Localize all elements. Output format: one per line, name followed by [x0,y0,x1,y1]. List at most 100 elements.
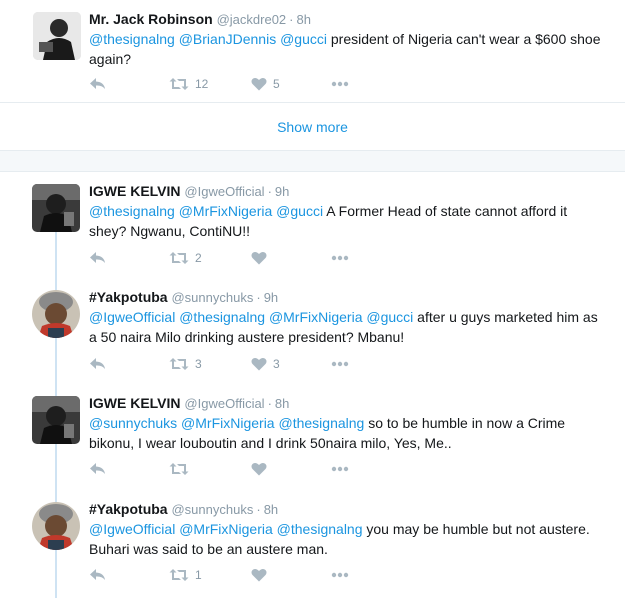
mention-link[interactable]: @thesignalng [89,31,175,47]
more-icon [331,361,349,367]
like-button[interactable] [251,566,273,584]
avatar-image [32,184,80,232]
mention-link[interactable]: @gucci [276,203,323,219]
mention-link[interactable]: @MrFixNigeria [269,309,363,325]
more-button[interactable] [331,460,349,478]
tweet[interactable]: #Yakpotuba @sunnychuks · 9h @IgweOfficial … [0,278,625,382]
like-button[interactable] [251,460,273,478]
user-name[interactable]: #Yakpotuba [89,501,168,517]
separator-dot: · [256,502,261,517]
like-count: 5 [273,77,280,91]
more-icon [331,81,349,87]
tweet[interactable]: IGWE KELVIN @IgweOfficial · 9h @thesignaln… [0,172,625,276]
avatar[interactable] [32,184,80,232]
avatar[interactable] [33,12,81,60]
mention-link[interactable]: @IgweOfficial [89,309,175,325]
retweet-icon [169,78,189,90]
tweet-header: IGWE KELVIN @IgweOfficial · 8h [89,394,289,413]
tweet-actions: 12 5 [89,75,389,93]
timestamp[interactable]: 9h [264,290,278,305]
heart-icon [251,357,267,371]
tweet[interactable]: #Yakpotuba @sunnychuks · 8h @IgweOfficial … [0,490,625,598]
avatar[interactable] [32,502,80,550]
retweet-button[interactable]: 3 [169,355,202,373]
user-handle[interactable]: @jackdre02 [217,12,287,27]
avatar[interactable] [32,290,80,338]
mention-link[interactable]: @MrFixNigeria [179,521,273,537]
mention-link[interactable]: @gucci [280,31,327,47]
more-button[interactable] [331,75,349,93]
reply-button[interactable] [89,249,106,267]
mention-link[interactable]: @sunnychuks [89,415,177,431]
retweet-count: 1 [195,568,202,582]
user-handle[interactable]: @sunnychuks [171,502,253,517]
mention-link[interactable]: @MrFixNigeria [181,415,275,431]
tweet-header: #Yakpotuba @sunnychuks · 9h [89,288,278,307]
timestamp[interactable]: 9h [275,184,289,199]
timestamp[interactable]: 8h [275,396,289,411]
more-button[interactable] [331,249,349,267]
tweet-text: @IgweOfficial @thesignalng @MrFixNigeria… [89,307,604,347]
like-button[interactable] [251,249,273,267]
like-button[interactable]: 3 [251,355,280,373]
separator-dot: · [256,290,261,305]
avatar[interactable] [32,396,80,444]
reply-icon [90,358,105,369]
like-button[interactable]: 5 [251,75,280,93]
mention-link[interactable]: @gucci [366,309,413,325]
tweet-actions: 1 [89,566,389,584]
user-name[interactable]: #Yakpotuba [89,289,168,305]
tweet-header: Mr. Jack Robinson @jackdre02 · 8h [89,10,311,29]
tweet-text: @IgweOfficial @MrFixNigeria @thesignalng… [89,519,604,559]
user-name[interactable]: IGWE KELVIN [89,183,181,199]
reply-button[interactable] [89,75,106,93]
retweet-icon [169,358,189,370]
avatar-image [32,290,80,338]
tweet-actions: 3 3 [89,355,389,373]
more-icon [331,572,349,578]
user-handle[interactable]: @IgweOfficial [184,396,264,411]
like-count: 3 [273,357,280,371]
tweet[interactable]: IGWE KELVIN @IgweOfficial · 8h @sunnychuks… [0,384,625,488]
more-icon [331,466,349,472]
mention-link[interactable]: @thesignalng [179,309,265,325]
tweet-text: @sunnychuks @MrFixNigeria @thesignalng s… [89,413,604,453]
mention-link[interactable]: @BrianJDennis [179,31,276,47]
heart-icon [251,462,267,476]
show-more-link[interactable]: Show more [0,119,625,135]
user-handle[interactable]: @sunnychuks [171,290,253,305]
user-name[interactable]: Mr. Jack Robinson [89,11,213,27]
reply-button[interactable] [89,355,106,373]
conversation-gap [0,150,625,172]
retweet-button[interactable]: 2 [169,249,202,267]
tweet-header: #Yakpotuba @sunnychuks · 8h [89,500,278,519]
mention-link[interactable]: @thesignalng [277,521,363,537]
more-button[interactable] [331,566,349,584]
mention-link[interactable]: @IgweOfficial [89,521,175,537]
more-button[interactable] [331,355,349,373]
reply-button[interactable] [89,566,106,584]
tweet[interactable]: Mr. Jack Robinson @jackdre02 · 8h @thesign… [0,0,625,102]
timestamp[interactable]: 8h [264,502,278,517]
user-handle[interactable]: @IgweOfficial [184,184,264,199]
mention-link[interactable]: @thesignalng [279,415,365,431]
reply-icon [90,78,105,89]
retweet-count: 2 [195,251,202,265]
avatar-image [32,396,80,444]
user-name[interactable]: IGWE KELVIN [89,395,181,411]
retweet-button[interactable]: 12 [169,75,208,93]
tweet-text: @thesignalng @MrFixNigeria @gucci A Form… [89,201,604,241]
timestamp[interactable]: 8h [297,12,311,27]
reply-icon [90,252,105,263]
retweet-button[interactable]: 1 [169,566,202,584]
reply-icon [90,463,105,474]
divider [0,102,625,103]
retweet-button[interactable] [169,460,195,478]
separator-dot: · [267,396,272,411]
mention-link[interactable]: @MrFixNigeria [179,203,273,219]
more-icon [331,255,349,261]
avatar-image [33,12,81,60]
reply-button[interactable] [89,460,106,478]
separator-dot: · [267,184,272,199]
mention-link[interactable]: @thesignalng [89,203,175,219]
